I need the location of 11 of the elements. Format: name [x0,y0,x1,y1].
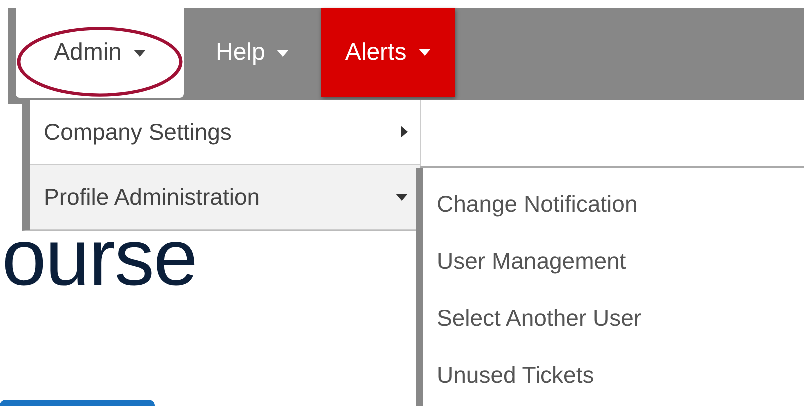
nav-menu-button[interactable]: Alerts [321,8,455,97]
menu-item[interactable]: Profile Administration [30,165,420,230]
menu-item[interactable]: Select Another User [423,290,804,347]
menu-item[interactable]: Change Notification [423,176,804,233]
caret-icon [277,50,290,56]
menu-item[interactable]: Unused Tickets [423,347,804,404]
caret-icon [134,50,146,56]
nav-menu-button[interactable]: Admin [16,8,184,98]
menu-item[interactable]: User Management [423,233,804,290]
caret-icon [418,49,431,56]
nav-menu-button[interactable]: Help [192,8,314,98]
